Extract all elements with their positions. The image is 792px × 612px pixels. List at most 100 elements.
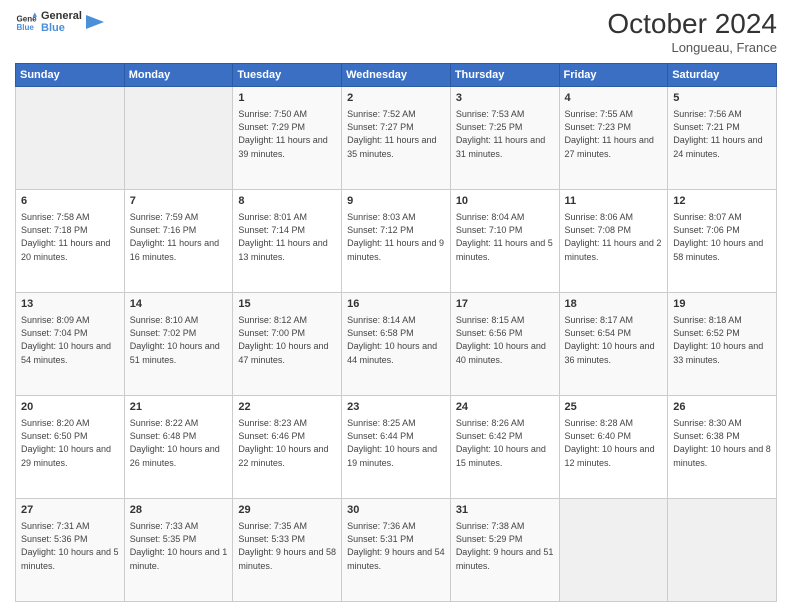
day-number: 13 [21,297,119,312]
calendar-cell: 24 Sunrise: 8:26 AM Sunset: 6:42 PM Dayli… [450,396,559,499]
header-day-sunday: Sunday [16,64,125,87]
calendar-cell: 8 Sunrise: 8:01 AM Sunset: 7:14 PM Daylig… [233,190,342,293]
calendar-cell: 29 Sunrise: 7:35 AM Sunset: 5:33 PM Dayli… [233,499,342,602]
day-number: 9 [347,194,445,209]
header: General Blue General Blue October 2024 L… [15,10,777,55]
calendar-cell: 21Sunrise: 8:22 AM Sunset: 6:48 PM Dayli… [124,396,233,499]
day-info: Sunrise: 7:55 AM Sunset: 7:23 PM Dayligh… [565,108,663,160]
calendar-cell: 7 Sunrise: 7:59 AM Sunset: 7:16 PM Daylig… [124,190,233,293]
header-day-thursday: Thursday [450,64,559,87]
day-number: 22 [238,400,336,415]
day-number: 20 [21,400,119,415]
calendar-cell: 1Sunrise: 7:50 AM Sunset: 7:29 PM Daylig… [233,87,342,190]
calendar-cell [668,499,777,602]
day-info: Sunrise: 7:36 AM Sunset: 5:31 PM Dayligh… [347,520,445,572]
day-info: Sunrise: 7:56 AM Sunset: 7:21 PM Dayligh… [673,108,771,160]
calendar-cell: 18 Sunrise: 8:17 AM Sunset: 6:54 PM Dayli… [559,293,668,396]
day-info: Sunrise: 7:59 AM Sunset: 7:16 PM Dayligh… [130,211,228,263]
calendar-week-2: 6 Sunrise: 7:58 AM Sunset: 7:18 PM Daylig… [16,190,777,293]
day-number: 8 [238,194,336,209]
calendar-cell: 25 Sunrise: 8:28 AM Sunset: 6:40 PM Dayli… [559,396,668,499]
day-number: 24 [456,400,554,415]
day-info: Sunrise: 7:35 AM Sunset: 5:33 PM Dayligh… [238,520,336,572]
day-info: Sunrise: 8:30 AM Sunset: 6:38 PM Dayligh… [673,417,771,469]
calendar-cell: 22 Sunrise: 8:23 AM Sunset: 6:46 PM Dayli… [233,396,342,499]
calendar-cell: 4 Sunrise: 7:55 AM Sunset: 7:23 PM Daylig… [559,87,668,190]
calendar-cell: 12Sunrise: 8:07 AM Sunset: 7:06 PM Dayli… [668,190,777,293]
calendar-cell: 6 Sunrise: 7:58 AM Sunset: 7:18 PM Daylig… [16,190,125,293]
day-info: Sunrise: 8:04 AM Sunset: 7:10 PM Dayligh… [456,211,554,263]
calendar-cell: 30 Sunrise: 7:36 AM Sunset: 5:31 PM Dayli… [342,499,451,602]
logo-general: General [41,10,82,22]
day-info: Sunrise: 8:28 AM Sunset: 6:40 PM Dayligh… [565,417,663,469]
calendar-table: SundayMondayTuesdayWednesdayThursdayFrid… [15,63,777,602]
day-number: 28 [130,503,228,518]
calendar-cell: 26 Sunrise: 8:30 AM Sunset: 6:38 PM Dayli… [668,396,777,499]
day-number: 7 [130,194,228,209]
day-number: 21 [130,400,228,415]
day-number: 18 [565,297,663,312]
logo-arrow-icon [86,15,104,29]
day-number: 14 [130,297,228,312]
calendar-cell: 31Sunrise: 7:38 AM Sunset: 5:29 PM Dayli… [450,499,559,602]
calendar-cell: 20 Sunrise: 8:20 AM Sunset: 6:50 PM Dayli… [16,396,125,499]
day-number: 4 [565,91,663,106]
day-number: 1 [238,91,336,106]
calendar-cell [16,87,125,190]
calendar-cell: 19 Sunrise: 8:18 AM Sunset: 6:52 PM Dayli… [668,293,777,396]
logo: General Blue General Blue [15,10,104,34]
calendar-cell: 9Sunrise: 8:03 AM Sunset: 7:12 PM Daylig… [342,190,451,293]
title-block: October 2024 Longueau, France [607,10,777,55]
day-info: Sunrise: 7:53 AM Sunset: 7:25 PM Dayligh… [456,108,554,160]
svg-text:Blue: Blue [16,23,34,32]
calendar-cell: 10Sunrise: 8:04 AM Sunset: 7:10 PM Dayli… [450,190,559,293]
day-info: Sunrise: 8:09 AM Sunset: 7:04 PM Dayligh… [21,314,119,366]
day-number: 3 [456,91,554,106]
day-info: Sunrise: 8:23 AM Sunset: 6:46 PM Dayligh… [238,417,336,469]
day-number: 30 [347,503,445,518]
location: Longueau, France [607,40,777,55]
day-info: Sunrise: 7:52 AM Sunset: 7:27 PM Dayligh… [347,108,445,160]
header-day-saturday: Saturday [668,64,777,87]
day-number: 2 [347,91,445,106]
calendar-cell: 5Sunrise: 7:56 AM Sunset: 7:21 PM Daylig… [668,87,777,190]
day-info: Sunrise: 7:38 AM Sunset: 5:29 PM Dayligh… [456,520,554,572]
day-number: 11 [565,194,663,209]
header-day-tuesday: Tuesday [233,64,342,87]
day-number: 26 [673,400,771,415]
day-number: 23 [347,400,445,415]
header-day-friday: Friday [559,64,668,87]
logo-icon: General Blue [15,11,37,33]
day-info: Sunrise: 8:10 AM Sunset: 7:02 PM Dayligh… [130,314,228,366]
logo-blue: Blue [41,22,82,34]
day-info: Sunrise: 8:20 AM Sunset: 6:50 PM Dayligh… [21,417,119,469]
header-day-monday: Monday [124,64,233,87]
day-info: Sunrise: 8:12 AM Sunset: 7:00 PM Dayligh… [238,314,336,366]
calendar-cell: 27 Sunrise: 7:31 AM Sunset: 5:36 PM Dayli… [16,499,125,602]
day-number: 29 [238,503,336,518]
calendar-cell [559,499,668,602]
day-info: Sunrise: 7:58 AM Sunset: 7:18 PM Dayligh… [21,211,119,263]
day-info: Sunrise: 8:01 AM Sunset: 7:14 PM Dayligh… [238,211,336,263]
day-number: 17 [456,297,554,312]
day-info: Sunrise: 8:17 AM Sunset: 6:54 PM Dayligh… [565,314,663,366]
calendar-header-row: SundayMondayTuesdayWednesdayThursdayFrid… [16,64,777,87]
calendar-cell: 17Sunrise: 8:15 AM Sunset: 6:56 PM Dayli… [450,293,559,396]
calendar-cell: 11Sunrise: 8:06 AM Sunset: 7:08 PM Dayli… [559,190,668,293]
day-number: 25 [565,400,663,415]
day-number: 19 [673,297,771,312]
day-info: Sunrise: 8:07 AM Sunset: 7:06 PM Dayligh… [673,211,771,263]
calendar-cell: 16Sunrise: 8:14 AM Sunset: 6:58 PM Dayli… [342,293,451,396]
day-number: 6 [21,194,119,209]
day-info: Sunrise: 8:25 AM Sunset: 6:44 PM Dayligh… [347,417,445,469]
day-number: 27 [21,503,119,518]
calendar-week-3: 13 Sunrise: 8:09 AM Sunset: 7:04 PM Dayli… [16,293,777,396]
calendar-cell: 28 Sunrise: 7:33 AM Sunset: 5:35 PM Dayli… [124,499,233,602]
day-info: Sunrise: 8:18 AM Sunset: 6:52 PM Dayligh… [673,314,771,366]
day-info: Sunrise: 7:33 AM Sunset: 5:35 PM Dayligh… [130,520,228,572]
day-info: Sunrise: 7:31 AM Sunset: 5:36 PM Dayligh… [21,520,119,572]
calendar-cell: 2 Sunrise: 7:52 AM Sunset: 7:27 PM Daylig… [342,87,451,190]
header-day-wednesday: Wednesday [342,64,451,87]
day-info: Sunrise: 8:26 AM Sunset: 6:42 PM Dayligh… [456,417,554,469]
calendar-cell: 15Sunrise: 8:12 AM Sunset: 7:00 PM Dayli… [233,293,342,396]
